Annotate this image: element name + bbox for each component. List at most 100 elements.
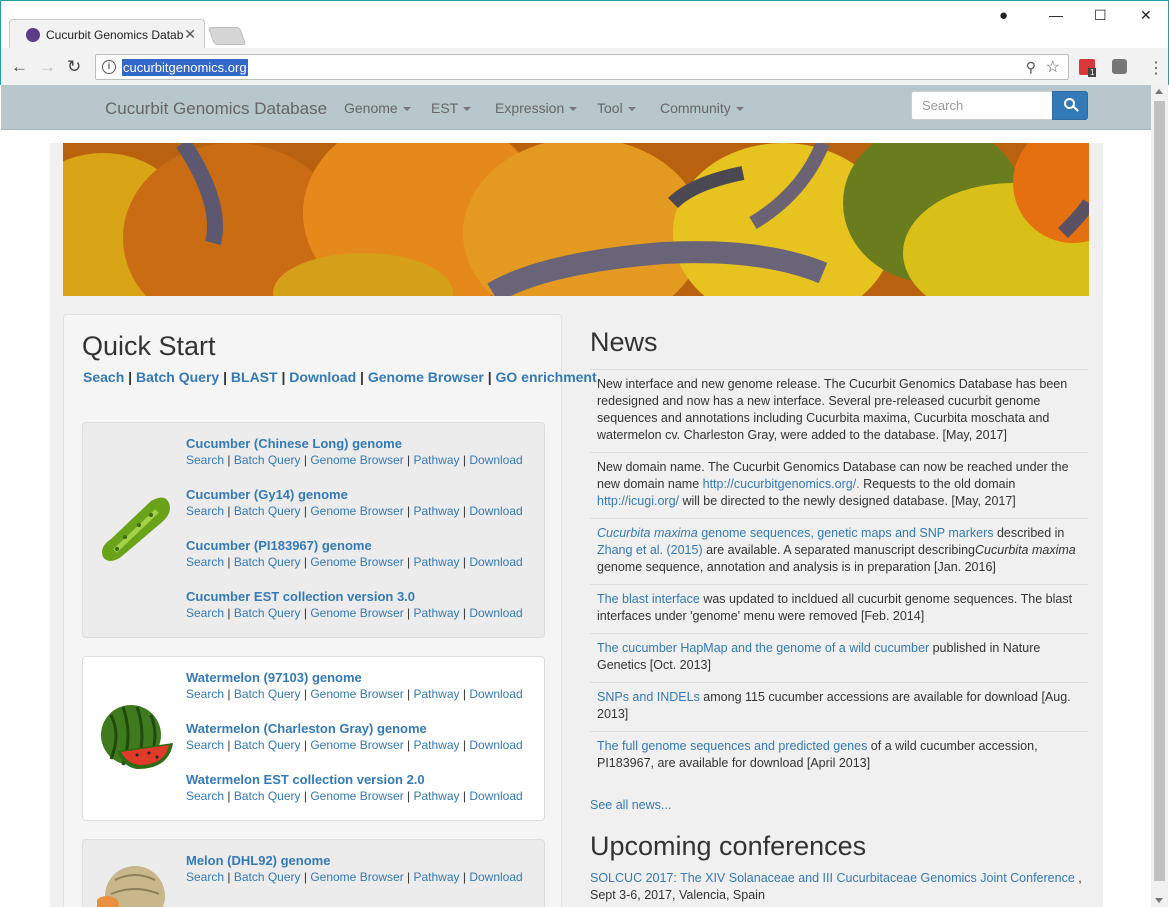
link-genome-browser[interactable]: Genome Browser bbox=[310, 606, 403, 620]
nav-tool[interactable]: Tool bbox=[597, 100, 636, 116]
link-pathway[interactable]: Pathway bbox=[414, 789, 460, 803]
link-download[interactable]: Download bbox=[469, 789, 522, 803]
site-brand[interactable]: Cucurbit Genomics Database bbox=[105, 99, 327, 119]
link-download[interactable]: Download bbox=[469, 687, 522, 701]
nav-expression[interactable]: Expression bbox=[495, 100, 578, 116]
link-download[interactable]: Download bbox=[469, 453, 522, 467]
genome-title[interactable]: Cucumber (Chinese Long) genome bbox=[186, 436, 523, 453]
link-pathway[interactable]: Pathway bbox=[414, 606, 460, 620]
scroll-down-icon[interactable] bbox=[1155, 898, 1163, 903]
link-batch-query[interactable]: Batch Query bbox=[234, 453, 301, 467]
genome-title[interactable]: Cucumber (Gy14) genome bbox=[186, 487, 523, 504]
link-batch-query[interactable]: Batch Query bbox=[234, 606, 301, 620]
news-link[interactable]: The cucumber HapMap and the genome of a … bbox=[597, 641, 929, 655]
reload-icon[interactable]: ↻ bbox=[67, 57, 81, 77]
qs-link-search[interactable]: Seach bbox=[83, 369, 124, 385]
see-all-news-link[interactable]: See all news... bbox=[590, 798, 671, 812]
link-genome-browser[interactable]: Genome Browser bbox=[310, 789, 403, 803]
search-input[interactable]: Search bbox=[911, 91, 1053, 120]
window-close-icon[interactable]: ✕ bbox=[1140, 7, 1152, 24]
link-batch-query[interactable]: Batch Query bbox=[234, 687, 301, 701]
genome-title[interactable]: Watermelon (97103) genome bbox=[186, 670, 523, 687]
genome-title[interactable]: Watermelon (Charleston Gray) genome bbox=[186, 721, 523, 738]
link-download[interactable]: Download bbox=[469, 606, 522, 620]
forward-arrow-icon[interactable]: → bbox=[39, 57, 56, 77]
news-text: are available. A separated manuscript de… bbox=[702, 543, 976, 557]
link-batch-query[interactable]: Batch Query bbox=[234, 789, 301, 803]
qs-link-genome-browser[interactable]: Genome Browser bbox=[368, 369, 484, 385]
link-batch-query[interactable]: Batch Query bbox=[234, 555, 301, 569]
page-scrollbar[interactable] bbox=[1151, 85, 1168, 907]
genome-title[interactable]: Cucumber EST collection version 3.0 bbox=[186, 589, 523, 606]
link-pathway[interactable]: Pathway bbox=[414, 738, 460, 752]
browser-menu-icon[interactable]: ⋮ bbox=[1148, 58, 1164, 78]
qs-link-batch-query[interactable]: Batch Query bbox=[136, 369, 219, 385]
link-batch-query[interactable]: Batch Query bbox=[234, 504, 301, 518]
link-genome-browser[interactable]: Genome Browser bbox=[310, 504, 403, 518]
extension-icon[interactable]: 1 bbox=[1079, 59, 1097, 77]
link-genome-browser[interactable]: Genome Browser bbox=[310, 453, 403, 467]
news-link[interactable]: SNPs and INDELs bbox=[597, 690, 700, 704]
quick-start-links: Seach | Batch Query | BLAST | Download |… bbox=[83, 369, 597, 385]
nav-genome[interactable]: Genome bbox=[344, 100, 411, 116]
link-download[interactable]: Download bbox=[469, 504, 522, 518]
scrollbar-thumb[interactable] bbox=[1154, 101, 1165, 881]
link-search[interactable]: Search bbox=[186, 789, 224, 803]
news-link[interactable]: The full genome sequences and predicted … bbox=[597, 739, 867, 753]
scroll-up-icon[interactable] bbox=[1155, 89, 1163, 94]
address-bar[interactable]: i cucurbitgenomics.org ⚲ ☆ bbox=[95, 54, 1069, 80]
maximize-icon[interactable]: ☐ bbox=[1094, 7, 1107, 24]
close-tab-icon[interactable]: ✕ bbox=[184, 26, 196, 43]
genome-links: Search | Batch Query | Genome Browser | … bbox=[186, 738, 523, 752]
extension-2-icon[interactable] bbox=[1112, 59, 1127, 74]
news-link[interactable]: The blast interface bbox=[597, 592, 700, 606]
link-search[interactable]: Search bbox=[186, 453, 224, 467]
browser-tab[interactable]: Cucurbit Genomics Datab ✕ bbox=[9, 19, 205, 48]
qs-link-go-enrichment[interactable]: GO enrichment bbox=[496, 369, 597, 385]
genome-title[interactable]: Cucumber (PI183967) genome bbox=[186, 538, 523, 555]
link-search[interactable]: Search bbox=[186, 738, 224, 752]
link-download[interactable]: Download bbox=[469, 870, 522, 884]
genome-title[interactable]: Melon (DHL92) genome bbox=[186, 853, 523, 870]
link-batch-query[interactable]: Batch Query bbox=[234, 738, 301, 752]
link-batch-query[interactable]: Batch Query bbox=[234, 870, 301, 884]
link-genome-browser[interactable]: Genome Browser bbox=[310, 555, 403, 569]
nav-community[interactable]: Community bbox=[660, 100, 744, 116]
news-link[interactable]: Cucurbita maxima bbox=[597, 526, 698, 540]
address-url[interactable]: cucurbitgenomics.org bbox=[122, 59, 248, 76]
qs-link-blast[interactable]: BLAST bbox=[231, 369, 278, 385]
qs-link-download[interactable]: Download bbox=[289, 369, 356, 385]
link-pathway[interactable]: Pathway bbox=[414, 453, 460, 467]
link-search[interactable]: Search bbox=[186, 606, 224, 620]
genome-title[interactable]: Watermelon EST collection version 2.0 bbox=[186, 772, 523, 789]
link-pathway[interactable]: Pathway bbox=[414, 504, 460, 518]
news-link[interactable]: genome sequences, genetic maps and SNP m… bbox=[698, 526, 993, 540]
link-genome-browser[interactable]: Genome Browser bbox=[310, 738, 403, 752]
caret-down-icon bbox=[402, 107, 411, 112]
back-arrow-icon[interactable]: ← bbox=[11, 57, 28, 77]
link-pathway[interactable]: Pathway bbox=[414, 687, 460, 701]
minimize-icon[interactable]: — bbox=[1049, 7, 1063, 23]
profile-icon[interactable]: ● bbox=[999, 7, 1008, 24]
new-tab-button[interactable] bbox=[207, 27, 247, 45]
link-genome-browser[interactable]: Genome Browser bbox=[310, 870, 403, 884]
bookmark-star-icon[interactable]: ☆ bbox=[1046, 57, 1060, 77]
link-download[interactable]: Download bbox=[469, 738, 522, 752]
link-search[interactable]: Search bbox=[186, 504, 224, 518]
genome-links: Search | Batch Query | Genome Browser | … bbox=[186, 504, 523, 518]
site-info-icon[interactable]: i bbox=[102, 60, 116, 74]
search-button[interactable] bbox=[1052, 91, 1088, 120]
link-download[interactable]: Download bbox=[469, 555, 522, 569]
zoom-icon[interactable]: ⚲ bbox=[1026, 59, 1036, 76]
link-search[interactable]: Search bbox=[186, 870, 224, 884]
link-genome-browser[interactable]: Genome Browser bbox=[310, 687, 403, 701]
conference-link[interactable]: SOLCUC 2017: The XIV Solanaceae and III … bbox=[590, 871, 1075, 885]
nav-est[interactable]: EST bbox=[431, 100, 472, 116]
link-pathway[interactable]: Pathway bbox=[414, 555, 460, 569]
link-pathway[interactable]: Pathway bbox=[414, 870, 460, 884]
news-link[interactable]: http://cucurbitgenomics.org/. bbox=[703, 477, 860, 491]
conference-separator: , bbox=[1074, 871, 1082, 885]
news-link[interactable]: Zhang et al. (2015) bbox=[597, 543, 703, 557]
link-search[interactable]: Search bbox=[186, 687, 224, 701]
link-search[interactable]: Search bbox=[186, 555, 224, 569]
